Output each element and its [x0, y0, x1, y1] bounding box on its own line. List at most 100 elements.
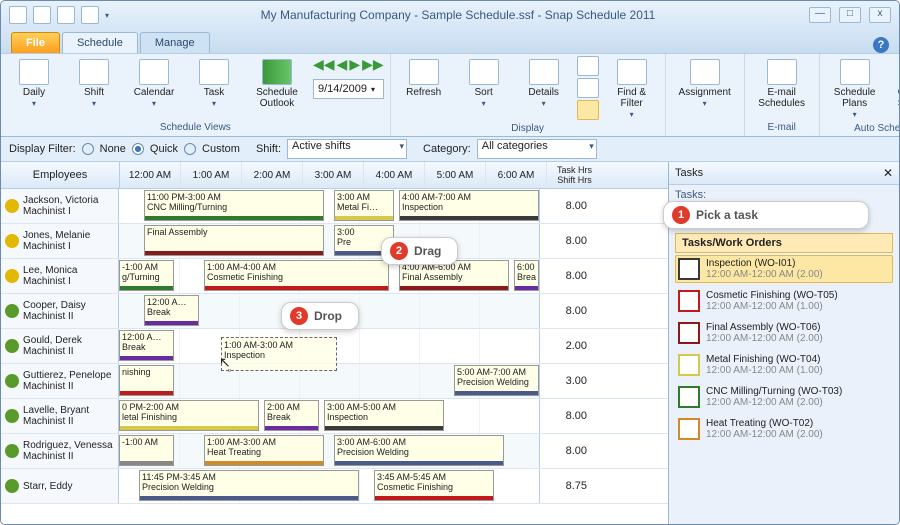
qat-dropdown-icon[interactable]: ▾ [105, 11, 109, 20]
assignment-block[interactable]: nishing [119, 365, 174, 396]
hours-cell: 8.00 [540, 294, 595, 328]
view-option-3[interactable] [577, 100, 599, 120]
details-button[interactable]: Details [517, 56, 571, 112]
nav-last-icon[interactable]: ▶▶ [362, 56, 384, 73]
category-combo[interactable]: All categories [477, 139, 597, 159]
time-header[interactable]: 5:00 AM [425, 162, 486, 188]
timeline-cell[interactable]: 11:00 PM-3:00 AMCNC Milling/Turning 3:00 … [119, 189, 540, 223]
employee-cell[interactable]: Jones, MelanieMachinist I [1, 224, 119, 258]
radio-custom[interactable] [184, 143, 196, 155]
assignment-block[interactable]: 3:45 AM-5:45 AMCosmetic Finishing [374, 470, 494, 501]
shift-button[interactable]: Shift [67, 56, 121, 112]
timeline-cell[interactable]: -1:00 AMg/Turning 1:00 AM-4:00 AMCosmetic… [119, 259, 540, 293]
assignment-block[interactable]: 2:00 AMBreak [264, 400, 319, 431]
task-item[interactable]: Inspection (WO-I01)12:00 AM-12:00 AM (2.… [675, 255, 893, 283]
generate-schedule-button[interactable]: Generate Schedule [890, 56, 900, 112]
assignment-block[interactable]: 0 PM-2:00 AMletal Finishing [119, 400, 259, 431]
assignment-block[interactable]: 11:00 PM-3:00 AMCNC Milling/Turning [144, 190, 324, 221]
employee-cell[interactable]: Starr, Eddy [1, 469, 119, 503]
task-button[interactable]: Task [187, 56, 241, 112]
nav-next-icon[interactable]: ▶ [349, 56, 360, 73]
task-item[interactable]: Cosmetic Finishing (WO-T05)12:00 AM-12:0… [675, 287, 893, 315]
assignment-block[interactable]: 12:00 A…Break [144, 295, 199, 326]
employees-header[interactable]: Employees [1, 162, 120, 188]
schedule-outlook-button[interactable]: Schedule Outlook [247, 56, 307, 112]
calendar-day-icon [19, 59, 49, 85]
calendar-button[interactable]: Calendar [127, 56, 181, 112]
employee-cell[interactable]: Lee, MonicaMachinist I [1, 259, 119, 293]
employee-cell[interactable]: Guttierez, PenelopeMachinist II [1, 364, 119, 398]
maximize-button[interactable]: □ [839, 7, 861, 23]
tasks-group-header[interactable]: Tasks/Work Orders [675, 233, 893, 253]
nav-prev-icon[interactable]: ◀ [337, 56, 348, 73]
view-option-2[interactable] [577, 78, 599, 98]
assignment-block[interactable]: Final Assembly [144, 225, 324, 256]
tab-manage[interactable]: Manage [140, 32, 210, 53]
assignment-block[interactable]: 11:45 PM-3:45 AMPrecision Welding [139, 470, 359, 501]
qat-print-icon[interactable] [81, 6, 99, 24]
time-header[interactable]: 1:00 AM [181, 162, 242, 188]
schedule-plans-button[interactable]: Schedule Plans [826, 56, 884, 123]
time-header[interactable]: 2:00 AM [242, 162, 303, 188]
assignment-block[interactable]: 3:00 AMMetal Fi… [334, 190, 394, 221]
qat-redo-icon[interactable] [57, 6, 75, 24]
task-swatch-icon [678, 418, 700, 440]
employee-cell[interactable]: Rodriguez, VenessaMachinist II [1, 434, 119, 468]
time-header[interactable]: 4:00 AM [364, 162, 425, 188]
task-item[interactable]: Metal Finishing (WO-T04)12:00 AM-12:00 A… [675, 351, 893, 379]
qat-undo-icon[interactable] [33, 6, 51, 24]
timeline-cell[interactable]: Final Assembly3:00Pre [119, 224, 540, 258]
nav-first-icon[interactable]: ◀◀ [313, 56, 335, 73]
hours-cell: 2.00 [540, 329, 595, 363]
assignment-block[interactable]: 5:00 AM-7:00 AMPrecision Welding [454, 365, 539, 396]
assignment-block[interactable]: -1:00 AMg/Turning [119, 260, 174, 291]
sort-icon [469, 59, 499, 85]
assignment-block[interactable]: 3:00 AM-5:00 AMInspection [324, 400, 444, 431]
radio-quick[interactable] [132, 143, 144, 155]
timeline-cell[interactable]: 0 PM-2:00 AMletal Finishing2:00 AMBreak3… [119, 399, 540, 433]
assignment-block[interactable]: -1:00 AM [119, 435, 174, 466]
assignment-block[interactable]: 4:00 AM-7:00 AMInspection [399, 190, 539, 221]
help-icon[interactable]: ? [873, 37, 889, 53]
assignment-block[interactable]: 3:00 AM-6:00 AMPrecision Welding [334, 435, 504, 466]
sort-button[interactable]: Sort [457, 56, 511, 112]
employee-cell[interactable]: Jackson, VictoriaMachinist I [1, 189, 119, 223]
assignment-block[interactable]: 6:00Break [514, 260, 539, 291]
timeline-cell[interactable]: -1:00 AM 1:00 AM-3:00 AMHeat Treating 3:00… [119, 434, 540, 468]
task-hrs-header[interactable]: Task HrsShift Hrs [547, 162, 602, 188]
shift-combo[interactable]: Active shifts [287, 139, 407, 159]
employee-name: Jones, MelanieMachinist I [23, 230, 90, 252]
tab-schedule[interactable]: Schedule [62, 32, 138, 53]
task-item[interactable]: Final Assembly (WO-T06)12:00 AM-12:00 AM… [675, 319, 893, 347]
close-button[interactable]: x [869, 7, 891, 23]
time-header[interactable]: 3:00 AM [303, 162, 364, 188]
employee-cell[interactable]: Lavelle, BryantMachinist II [1, 399, 119, 433]
plans-icon [840, 59, 870, 85]
group-assignment: Assignment [666, 54, 745, 136]
tab-file[interactable]: File [11, 32, 60, 53]
find-filter-button[interactable]: Find & Filter [605, 56, 659, 123]
radio-none[interactable] [82, 143, 94, 155]
time-header[interactable]: 6:00 AM [486, 162, 547, 188]
email-schedules-button[interactable]: E-mail Schedules [751, 56, 813, 112]
task-item[interactable]: Heat Treating (WO-T02)12:00 AM-12:00 AM … [675, 415, 893, 443]
date-picker[interactable]: 9/14/2009▾ [313, 79, 384, 99]
timeline-cell[interactable]: 11:45 PM-3:45 AMPrecision Welding 3:45 AM… [119, 469, 540, 503]
view-option-1[interactable] [577, 56, 599, 76]
tasks-pane-header: Tasks ✕ [669, 162, 899, 185]
time-header[interactable]: 12:00 AM [120, 162, 181, 188]
assignment-block[interactable]: 1:00 AM-4:00 AMCosmetic Finishing [204, 260, 389, 291]
qat-save-icon[interactable] [9, 6, 27, 24]
tasks-close-icon[interactable]: ✕ [883, 166, 893, 180]
refresh-button[interactable]: Refresh [397, 56, 451, 101]
person-icon [5, 339, 19, 353]
employee-cell[interactable]: Cooper, DaisyMachinist II [1, 294, 119, 328]
assignment-block[interactable]: 1:00 AM-3:00 AMHeat Treating [204, 435, 324, 466]
daily-button[interactable]: Daily [7, 56, 61, 112]
assignment-button[interactable]: Assignment [672, 56, 738, 112]
minimize-button[interactable]: — [809, 7, 831, 23]
assignment-block[interactable]: 12:00 A…Break [119, 330, 174, 361]
task-item-label: Heat Treating (WO-T02)12:00 AM-12:00 AM … [706, 418, 823, 440]
employee-cell[interactable]: Gould, DerekMachinist II [1, 329, 119, 363]
task-item[interactable]: CNC Milling/Turning (WO-T03)12:00 AM-12:… [675, 383, 893, 411]
